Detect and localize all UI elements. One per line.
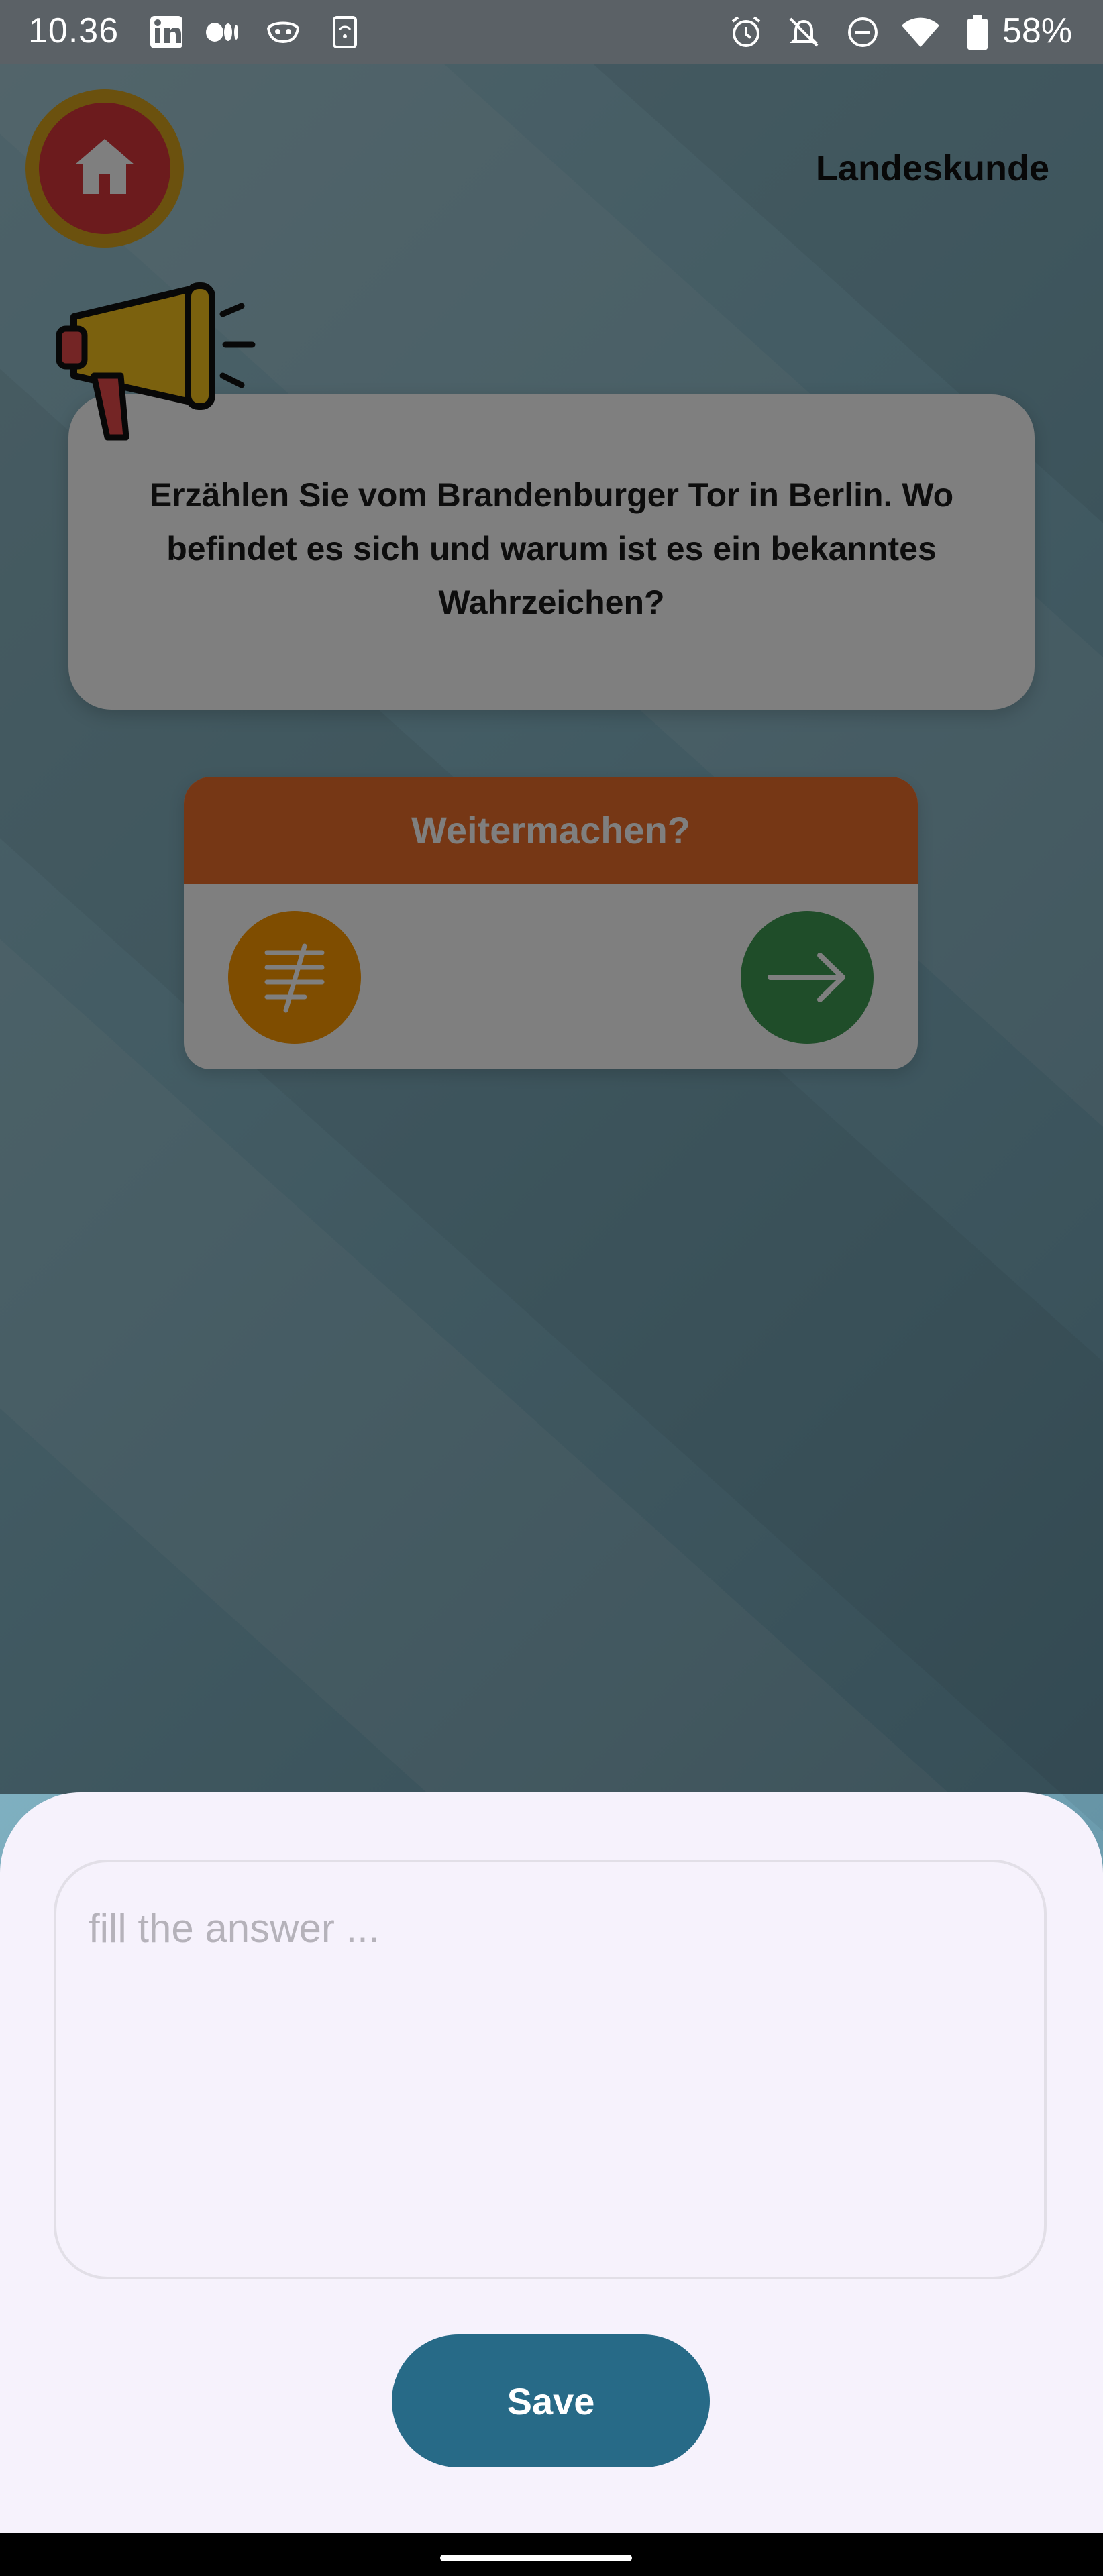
save-button[interactable]: Save: [392, 2334, 710, 2467]
navigation-bar: [0, 2533, 1103, 2576]
battery-icon: [967, 15, 988, 50]
medium-icon: [206, 23, 238, 42]
battery-percent: 58%: [1002, 11, 1073, 50]
home-gesture-handle[interactable]: [440, 2555, 632, 2561]
status-bar: 10.36 58%: [0, 0, 1103, 64]
answer-bottom-sheet: Save: [0, 1792, 1103, 2533]
mask-icon: [266, 21, 300, 44]
modal-scrim[interactable]: [0, 64, 1103, 1794]
linkedin-icon: [150, 16, 182, 48]
notifications-off-icon: [789, 17, 819, 47]
answer-field[interactable]: [54, 1860, 1047, 2279]
wifi-4g-icon: [902, 17, 939, 47]
sim-icon: [333, 16, 357, 48]
answer-input[interactable]: [87, 1904, 1009, 2242]
do-not-disturb-icon: [848, 17, 878, 47]
status-time: 10.36: [28, 11, 119, 50]
alarm-icon: [731, 16, 761, 47]
